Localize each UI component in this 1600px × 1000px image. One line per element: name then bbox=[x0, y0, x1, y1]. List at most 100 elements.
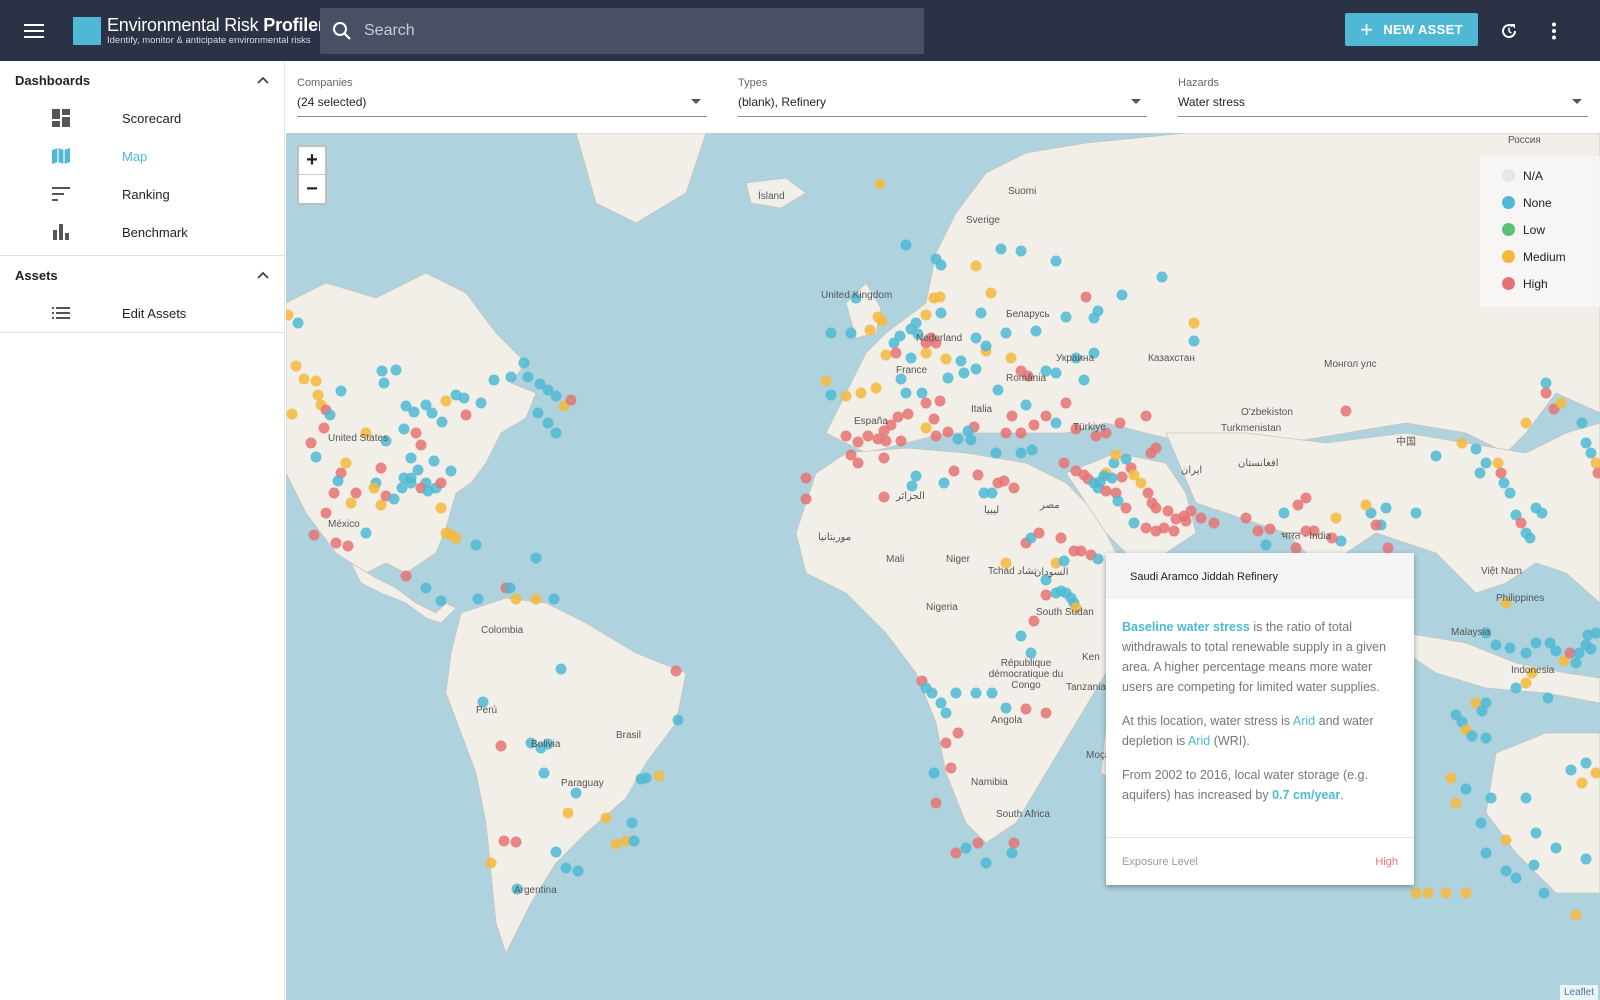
asset-marker[interactable] bbox=[328, 487, 340, 499]
asset-marker[interactable] bbox=[378, 377, 390, 389]
asset-marker[interactable] bbox=[1145, 447, 1157, 459]
asset-marker[interactable] bbox=[1520, 677, 1532, 689]
asset-marker[interactable] bbox=[1006, 410, 1018, 422]
asset-marker[interactable] bbox=[1480, 457, 1492, 469]
asset-marker[interactable] bbox=[930, 430, 942, 442]
map-attribution-link[interactable]: Leaflet bbox=[1559, 985, 1598, 1000]
asset-marker[interactable] bbox=[345, 497, 357, 509]
asset-marker[interactable] bbox=[1538, 887, 1550, 899]
asset-marker[interactable] bbox=[670, 665, 682, 677]
asset-marker[interactable] bbox=[890, 347, 902, 359]
asset-marker[interactable] bbox=[1050, 367, 1062, 379]
asset-marker[interactable] bbox=[950, 687, 962, 699]
asset-marker[interactable] bbox=[435, 477, 447, 489]
asset-marker[interactable] bbox=[332, 475, 344, 487]
asset-marker[interactable] bbox=[1576, 777, 1588, 789]
asset-marker[interactable] bbox=[998, 475, 1010, 487]
asset-marker[interactable] bbox=[405, 452, 417, 464]
asset-marker[interactable] bbox=[1128, 517, 1140, 529]
asset-marker[interactable] bbox=[1330, 512, 1342, 524]
asset-marker[interactable] bbox=[548, 593, 560, 605]
asset-marker[interactable] bbox=[1540, 377, 1552, 389]
asset-marker[interactable] bbox=[935, 307, 947, 319]
asset-marker[interactable] bbox=[972, 469, 984, 481]
asset-marker[interactable] bbox=[1510, 872, 1522, 884]
new-asset-button[interactable]: + NEW ASSET bbox=[1345, 13, 1478, 46]
asset-marker[interactable] bbox=[878, 491, 890, 503]
asset-marker[interactable] bbox=[320, 507, 332, 519]
asset-marker[interactable] bbox=[1510, 682, 1522, 694]
asset-marker[interactable] bbox=[1060, 311, 1072, 323]
asset-marker[interactable] bbox=[892, 411, 904, 423]
asset-marker[interactable] bbox=[940, 707, 952, 719]
asset-marker[interactable] bbox=[538, 767, 550, 779]
asset-marker[interactable] bbox=[610, 838, 622, 850]
asset-marker[interactable] bbox=[390, 364, 402, 376]
asset-marker[interactable] bbox=[970, 332, 982, 344]
asset-marker[interactable] bbox=[960, 842, 972, 854]
asset-marker[interactable] bbox=[1480, 847, 1492, 859]
asset-marker[interactable] bbox=[1040, 707, 1052, 719]
asset-marker[interactable] bbox=[920, 422, 932, 434]
asset-marker[interactable] bbox=[1528, 859, 1540, 871]
asset-marker[interactable] bbox=[1000, 427, 1012, 439]
search-input[interactable] bbox=[364, 22, 904, 40]
asset-marker[interactable] bbox=[360, 527, 372, 539]
asset-marker[interactable] bbox=[292, 317, 304, 329]
asset-marker[interactable] bbox=[1140, 410, 1152, 422]
asset-marker[interactable] bbox=[1380, 502, 1392, 514]
asset-marker[interactable] bbox=[940, 737, 952, 749]
asset-marker[interactable] bbox=[1092, 553, 1104, 565]
asset-marker[interactable] bbox=[1536, 507, 1548, 519]
asset-marker[interactable] bbox=[600, 812, 612, 824]
asset-marker[interactable] bbox=[1570, 657, 1582, 669]
asset-marker[interactable] bbox=[1106, 472, 1118, 484]
asset-marker[interactable] bbox=[400, 570, 412, 582]
asset-marker[interactable] bbox=[550, 390, 562, 402]
asset-marker[interactable] bbox=[405, 477, 417, 489]
asset-marker[interactable] bbox=[312, 389, 324, 401]
asset-marker[interactable] bbox=[1020, 399, 1032, 411]
asset-marker[interactable] bbox=[1114, 417, 1126, 429]
asset-marker[interactable] bbox=[518, 357, 530, 369]
asset-marker[interactable] bbox=[1008, 482, 1020, 494]
asset-marker[interactable] bbox=[1060, 397, 1072, 409]
asset-marker[interactable] bbox=[1480, 697, 1492, 709]
asset-marker[interactable] bbox=[1110, 449, 1122, 461]
asset-marker[interactable] bbox=[1058, 457, 1070, 469]
asset-marker[interactable] bbox=[460, 409, 472, 421]
asset-marker[interactable] bbox=[800, 493, 812, 505]
asset-marker[interactable] bbox=[1026, 444, 1038, 456]
asset-marker[interactable] bbox=[1485, 792, 1497, 804]
asset-marker[interactable] bbox=[286, 408, 298, 420]
zoom-in-button[interactable]: + bbox=[299, 147, 325, 175]
asset-marker[interactable] bbox=[1530, 637, 1542, 649]
asset-marker[interactable] bbox=[1504, 642, 1516, 654]
asset-marker[interactable] bbox=[1015, 427, 1027, 439]
asset-marker[interactable] bbox=[290, 360, 302, 372]
asset-marker[interactable] bbox=[864, 324, 876, 336]
asset-marker[interactable] bbox=[1040, 410, 1052, 422]
asset-marker[interactable] bbox=[1585, 643, 1597, 655]
asset-marker[interactable] bbox=[522, 371, 534, 383]
asset-marker[interactable] bbox=[495, 740, 507, 752]
asset-marker[interactable] bbox=[555, 663, 567, 675]
asset-marker[interactable] bbox=[1015, 245, 1027, 257]
search-bar[interactable] bbox=[320, 8, 924, 54]
asset-marker[interactable] bbox=[1490, 639, 1502, 651]
asset-marker[interactable] bbox=[1565, 764, 1577, 776]
asset-marker[interactable] bbox=[1520, 417, 1532, 429]
asset-marker[interactable] bbox=[450, 532, 462, 544]
asset-marker[interactable] bbox=[1290, 542, 1302, 554]
asset-marker[interactable] bbox=[1168, 525, 1180, 537]
asset-marker[interactable] bbox=[928, 767, 940, 779]
asset-marker[interactable] bbox=[1495, 467, 1507, 479]
asset-marker[interactable] bbox=[310, 451, 322, 463]
baseline-water-stress-link[interactable]: Baseline water stress bbox=[1122, 620, 1250, 634]
asset-marker[interactable] bbox=[410, 427, 422, 439]
sidebar-item-benchmark[interactable]: Benchmark bbox=[0, 213, 284, 251]
asset-marker[interactable] bbox=[570, 787, 582, 799]
asset-marker[interactable] bbox=[825, 389, 837, 401]
asset-marker[interactable] bbox=[335, 385, 347, 397]
asset-marker[interactable] bbox=[310, 375, 322, 387]
